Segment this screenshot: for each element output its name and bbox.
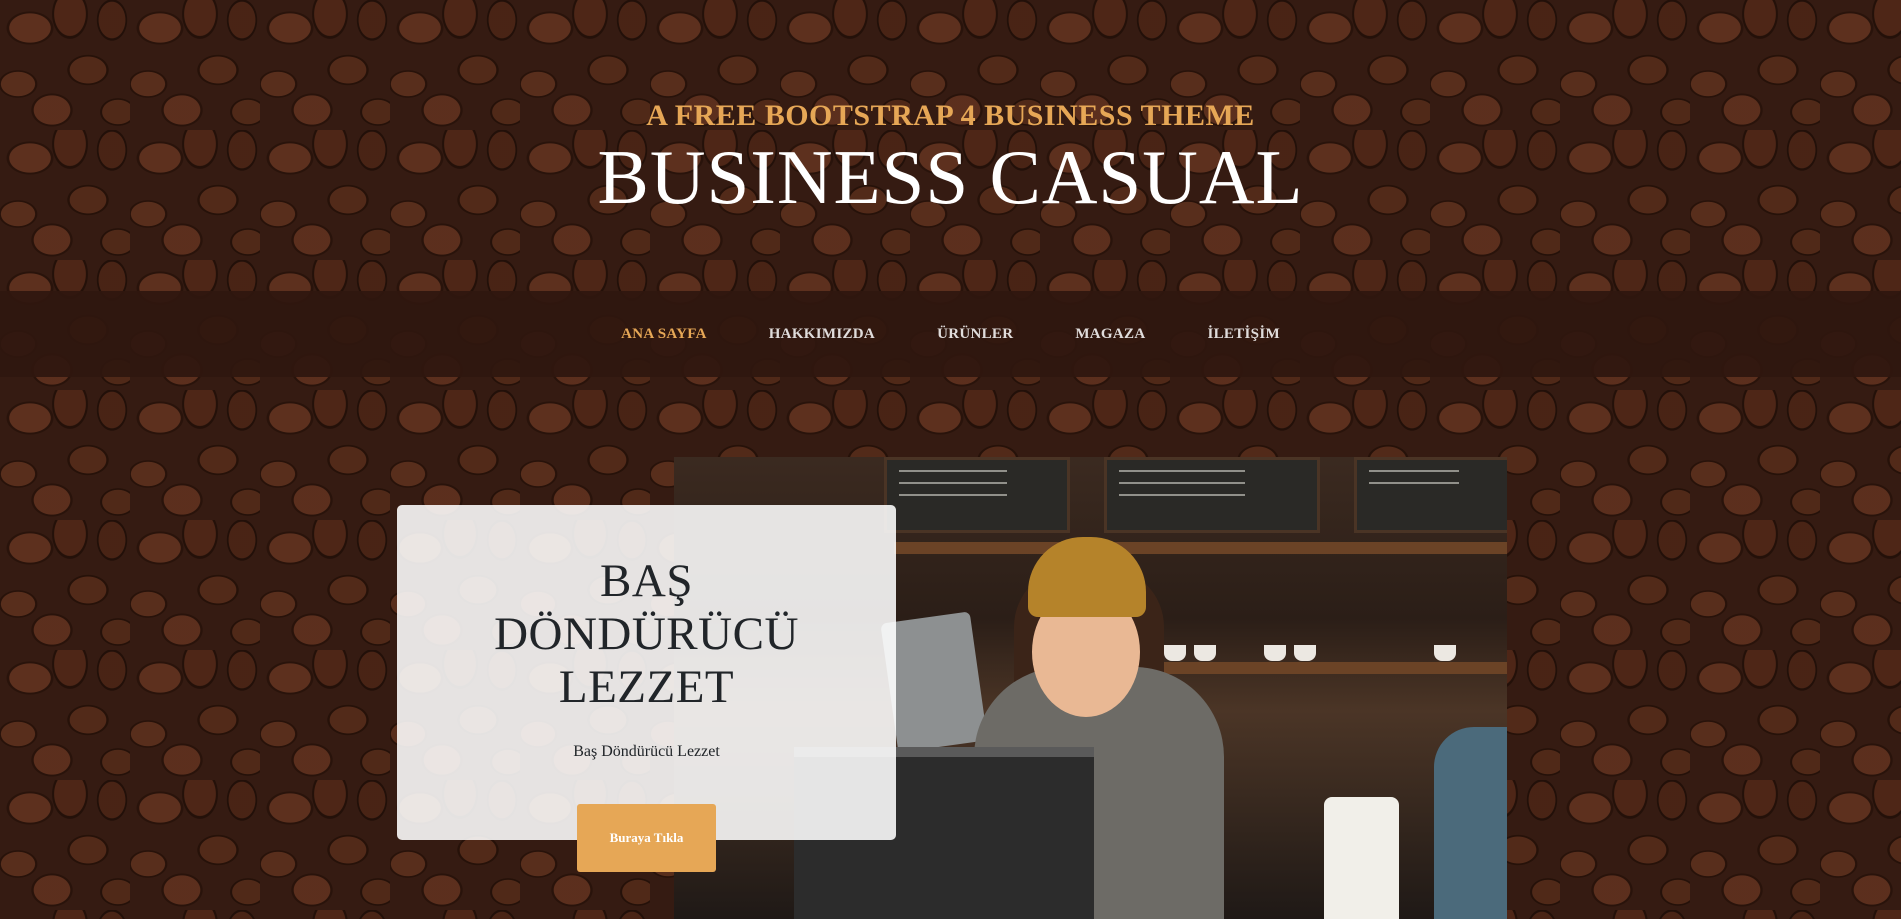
main-navbar: ANA SAYFA HAKKIMIZDA ÜRÜNLER MAGAZA İLET… [0,291,1901,377]
chalkboard-menu [1104,457,1320,533]
intro-heading: BAŞ DÖNDÜRÜCÜ LEZZET [397,555,896,714]
nav-item-hakkimizda[interactable]: HAKKIMIZDA [769,326,875,343]
intro-heading-line: BAŞ [600,555,693,607]
intro-text-box: BAŞ DÖNDÜRÜCÜ LEZZET Baş Döndürücü Lezze… [397,505,896,840]
cup [1294,645,1316,661]
intro-heading-line: DÖNDÜRÜCÜ [494,608,799,660]
cup [1434,645,1456,661]
cash-register [880,611,988,753]
nav-item-urunler[interactable]: ÜRÜNLER [937,326,1013,343]
chalkboard-menu [884,457,1070,533]
nav-item-iletisim[interactable]: İLETİŞİM [1207,326,1279,343]
intro-heading-line: LEZZET [558,661,735,713]
cup [1164,645,1186,661]
shelf [1154,662,1507,674]
chalkboard-menu [1354,457,1507,533]
shelf [894,542,1507,554]
intro-text: Baş Döndürücü Lezzet [573,743,720,760]
site-heading: A FREE BOOTSTRAP 4 BUSINESS THEME BUSINE… [0,98,1901,218]
click-here-button[interactable]: Buraya Tıkla [577,804,716,872]
paper-cup [1324,797,1399,919]
cup [1194,645,1216,661]
nav-item-ana-sayfa[interactable]: ANA SAYFA [621,326,707,343]
cup [1264,645,1286,661]
site-heading-lower: BUSINESS CASUAL [597,134,1304,220]
nav-item-magaza[interactable]: MAGAZA [1075,326,1145,343]
customer-shoulder [1434,727,1507,919]
site-heading-upper: A FREE BOOTSTRAP 4 BUSINESS THEME [646,99,1255,132]
